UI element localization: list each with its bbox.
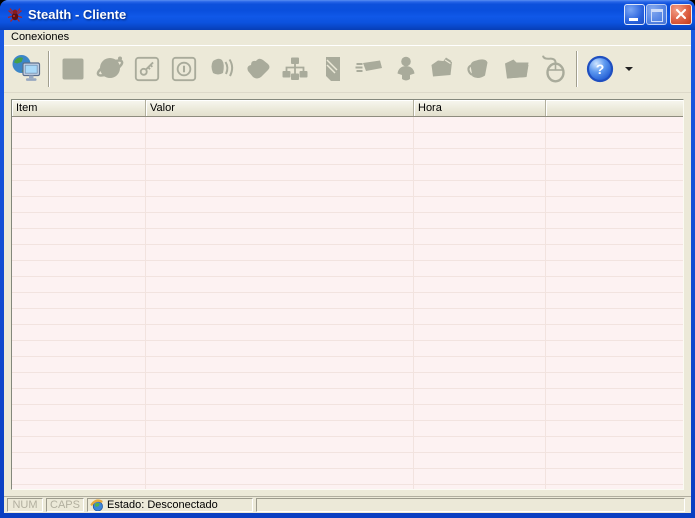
column-header-empty[interactable] bbox=[546, 100, 683, 116]
key-icon bbox=[133, 55, 161, 83]
num-lock-indicator: NUM bbox=[7, 498, 43, 512]
connect-button[interactable] bbox=[8, 48, 44, 90]
minimize-button[interactable] bbox=[624, 4, 645, 25]
close-x-icon bbox=[671, 5, 691, 24]
close-button[interactable] bbox=[670, 4, 692, 25]
column-divider bbox=[545, 117, 546, 489]
list-header: Item Valor Hora bbox=[12, 100, 683, 117]
hand-document-icon bbox=[243, 54, 273, 84]
toolbar-separator bbox=[576, 51, 578, 87]
title-bar[interactable]: Stealth - Cliente bbox=[0, 0, 695, 30]
notepad-button bbox=[313, 48, 350, 90]
planet-button bbox=[91, 48, 128, 90]
stop-button bbox=[54, 48, 91, 90]
hand-document-button bbox=[239, 48, 276, 90]
megaphone-icon bbox=[206, 54, 236, 84]
megaphone-button bbox=[202, 48, 239, 90]
jug-info-button bbox=[461, 48, 498, 90]
list-body[interactable] bbox=[12, 117, 683, 489]
column-header-item[interactable]: Item bbox=[12, 100, 146, 116]
app-window: Stealth - Cliente Conexiones bbox=[0, 0, 695, 518]
notepad-icon bbox=[317, 54, 347, 84]
window-title: Stealth - Cliente bbox=[28, 0, 126, 30]
user-button bbox=[387, 48, 424, 90]
status-bar-filler-pane bbox=[256, 498, 685, 512]
connect-computer-icon bbox=[11, 54, 41, 84]
jug-info-icon bbox=[465, 54, 495, 84]
toolbar-separator bbox=[48, 51, 50, 87]
folder-icon bbox=[502, 54, 532, 84]
svg-text:?: ? bbox=[596, 61, 605, 77]
menu-conexiones[interactable]: Conexiones bbox=[4, 30, 75, 43]
connection-status-text: Estado: Desconectado bbox=[107, 500, 218, 511]
status-bar: NUM CAPS Estado: Desconectado bbox=[4, 496, 691, 513]
column-divider bbox=[413, 117, 414, 489]
send-fast-icon bbox=[354, 54, 384, 84]
column-header-hora[interactable]: Hora bbox=[414, 100, 546, 116]
planet-icon bbox=[95, 54, 125, 84]
maximize-button[interactable] bbox=[646, 4, 667, 25]
phone-globe-icon bbox=[90, 498, 104, 512]
column-divider bbox=[145, 117, 146, 489]
network-nodes-icon bbox=[280, 54, 310, 84]
stop-square-icon bbox=[58, 54, 88, 84]
caps-lock-indicator: CAPS bbox=[46, 498, 84, 512]
user-download-icon bbox=[391, 54, 421, 84]
network-button bbox=[276, 48, 313, 90]
connection-status-pane: Estado: Desconectado bbox=[87, 498, 253, 512]
column-header-valor[interactable]: Valor bbox=[146, 100, 414, 116]
mouse-button bbox=[535, 48, 572, 90]
info-button bbox=[165, 48, 202, 90]
client-area: Conexiones bbox=[4, 30, 691, 513]
info-circle-icon bbox=[170, 55, 198, 83]
menu-bar: Conexiones bbox=[4, 30, 691, 45]
help-dropdown-arrow-icon[interactable] bbox=[625, 67, 633, 71]
key-button bbox=[128, 48, 165, 90]
folder-edit-icon bbox=[428, 54, 458, 84]
folder-edit-button bbox=[424, 48, 461, 90]
folder-button bbox=[498, 48, 535, 90]
toolbar: ? bbox=[4, 45, 691, 93]
mouse-icon bbox=[539, 54, 569, 84]
send-button bbox=[350, 48, 387, 90]
help-button[interactable]: ? bbox=[582, 48, 618, 90]
connection-log-listview[interactable]: Item Valor Hora bbox=[11, 99, 684, 490]
help-icon: ? bbox=[586, 55, 614, 83]
app-spider-icon bbox=[7, 7, 23, 23]
